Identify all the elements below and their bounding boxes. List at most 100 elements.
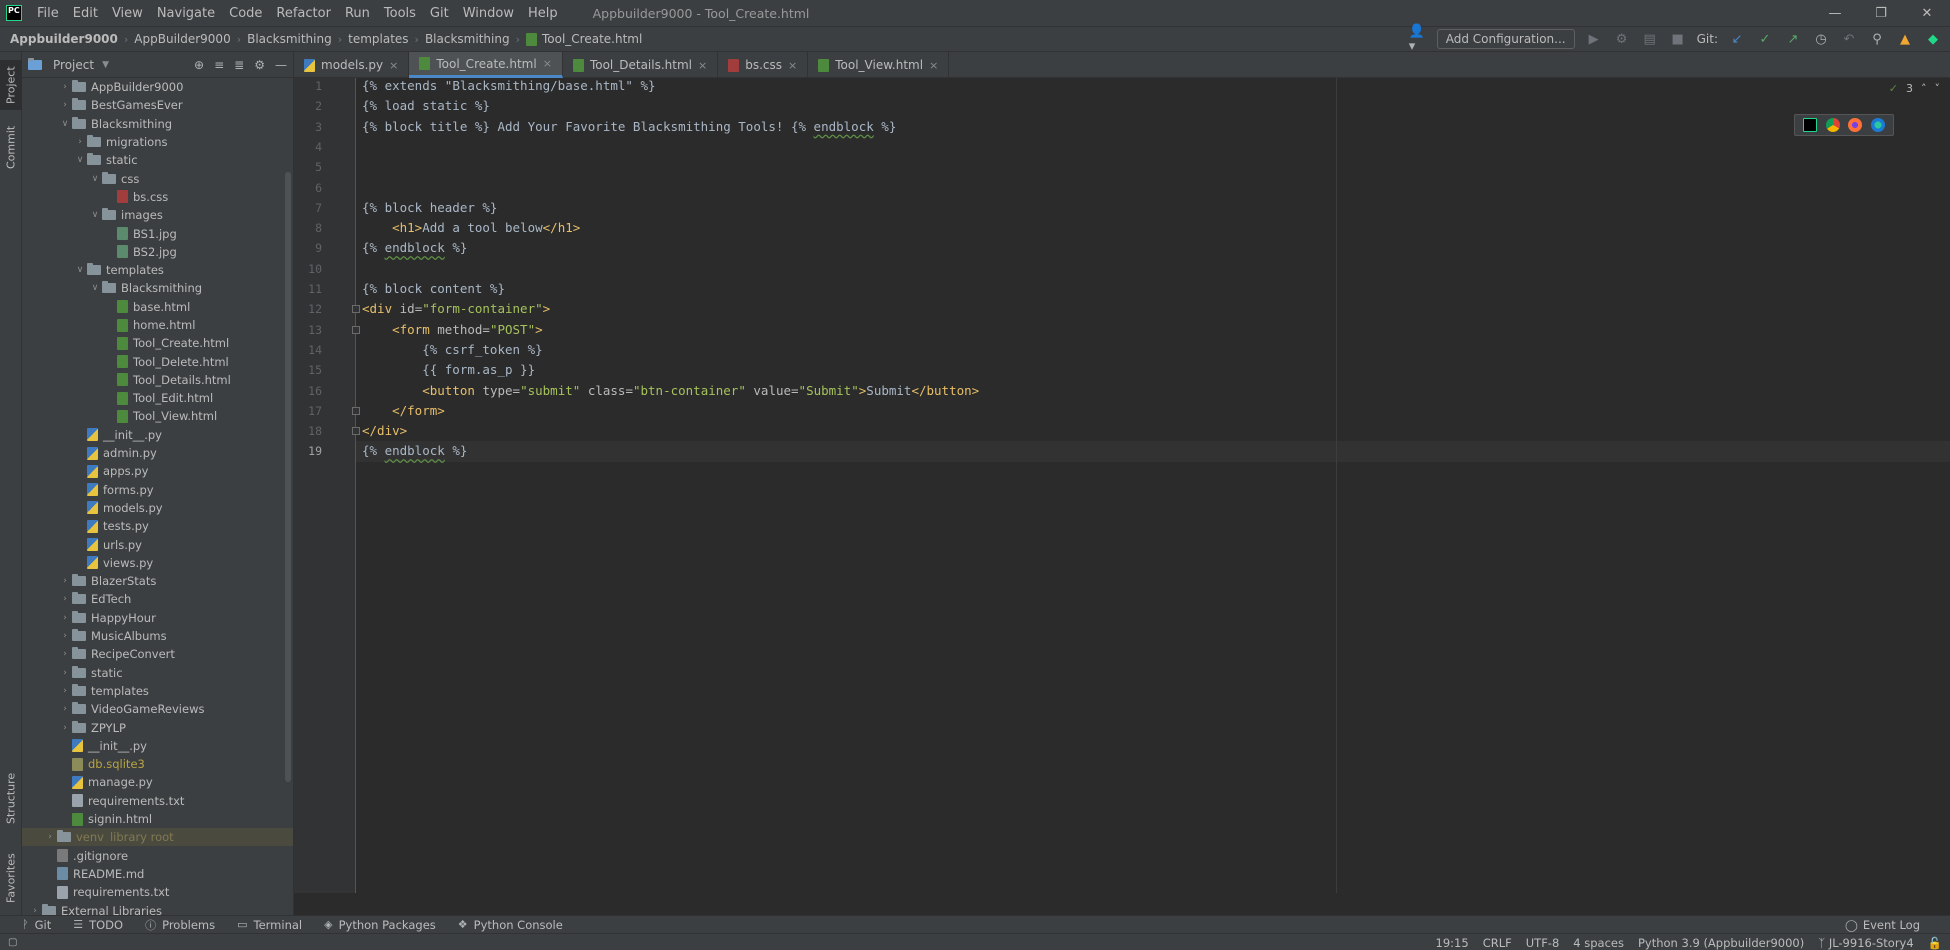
tree-folder[interactable]: › External Libraries [22,901,293,916]
project-panel-title[interactable]: Project [53,58,94,72]
chevron-right-icon[interactable]: › [58,723,72,733]
chevron-right-icon[interactable]: › [58,649,72,659]
breadcrumb-item[interactable]: Appbuilder9000 [10,32,118,46]
code-line[interactable]: <button type="submit" class="btn-contain… [362,381,979,401]
editor-tab[interactable]: Tool_Details.html × [563,52,719,78]
tree-file[interactable]: Tool_Edit.html [22,389,293,407]
chevron-down-icon[interactable]: ∨ [88,283,102,293]
git-history-icon[interactable]: ◷ [1812,30,1830,48]
tree-file[interactable]: tests.py [22,517,293,535]
tool-window-button[interactable]: ❖ Python Console [458,917,563,933]
tree-folder[interactable]: ∨ static [22,151,293,169]
chevron-down-icon[interactable]: ˅ [1935,82,1941,95]
code-line[interactable]: {% extends "Blacksmithing/base.html" %} [362,76,656,96]
tree-file[interactable]: Tool_Create.html [22,334,293,352]
tree-folder[interactable]: ∨ Blacksmithing [22,279,293,297]
tree-folder[interactable]: › ZPYLP [22,718,293,736]
chevron-right-icon[interactable]: › [58,631,72,641]
git-branch[interactable]: ᛉ JL-9916-Story4 [1818,936,1913,950]
indent-setting[interactable]: 4 spaces [1573,936,1624,950]
chevron-up-icon[interactable]: ˄ [1921,82,1927,95]
tree-file[interactable]: urls.py [22,535,293,553]
tree-file[interactable]: __init__.py [22,737,293,755]
code-line[interactable]: {% endblock %} [362,238,467,258]
line-separator[interactable]: CRLF [1483,936,1512,950]
tree-file[interactable]: base.html [22,298,293,316]
menu-item-edit[interactable]: Edit [66,6,105,21]
pycharm-browser-icon[interactable] [1803,118,1818,132]
chevron-right-icon[interactable]: › [58,686,72,696]
chevron-down-icon[interactable]: ∨ [88,210,102,220]
commit-tool-button[interactable]: Commit [0,122,22,172]
edge-icon[interactable] [1870,118,1885,132]
tree-file[interactable]: bs.css [22,188,293,206]
tree-folder[interactable]: › MusicAlbums [22,627,293,645]
tree-file[interactable]: __init__.py [22,426,293,444]
tree-file[interactable]: Tool_Details.html [22,371,293,389]
tree-file[interactable]: forms.py [22,481,293,499]
tree-file[interactable]: admin.py [22,444,293,462]
minimize-icon[interactable]: — [1812,0,1858,26]
python-interpreter[interactable]: Python 3.9 (Appbuilder9000) [1638,936,1804,950]
close-tab-icon[interactable]: × [543,57,552,70]
project-tool-button[interactable]: Project [0,60,22,110]
menu-item-tools[interactable]: Tools [377,6,423,21]
locate-icon[interactable]: ⊕ [194,58,204,72]
tree-folder[interactable]: ∨ images [22,206,293,224]
tool-window-button[interactable]: ᚹ Git [22,917,51,933]
collapse-all-icon[interactable]: ≣ [234,58,244,72]
chevron-right-icon[interactable]: › [58,668,72,678]
project-scrollbar[interactable] [285,172,291,782]
tree-file[interactable]: manage.py [22,773,293,791]
tree-folder[interactable]: › static [22,664,293,682]
firefox-icon[interactable] [1848,118,1863,132]
code-line[interactable]: {% load static %} [362,96,490,116]
tool-window-button[interactable]: ⓘ Problems [145,917,215,933]
tool-window-button[interactable]: ◈ Python Packages [324,917,436,933]
git-rollback-icon[interactable]: ↶ [1840,30,1858,48]
stop-icon[interactable]: ■ [1669,30,1687,48]
search-icon[interactable]: ⚲ [1868,30,1886,48]
structure-tool-button[interactable]: Structure [0,768,22,828]
close-tab-icon[interactable]: × [389,59,398,72]
code-line[interactable]: {% block title %} Add Your Favorite Blac… [362,117,896,137]
debug-icon[interactable]: ⚙ [1613,30,1631,48]
run-icon[interactable]: ▶ [1585,30,1603,48]
tree-file[interactable]: .gitignore [22,846,293,864]
menu-item-help[interactable]: Help [521,6,565,21]
tree-file[interactable]: BS2.jpg [22,243,293,261]
breadcrumb-item[interactable]: AppBuilder9000 [134,32,230,46]
toolbox-icon[interactable]: ◆ [1924,30,1942,48]
tree-file[interactable]: signin.html [22,810,293,828]
git-update-icon[interactable]: ↙ [1728,30,1746,48]
tree-file[interactable]: db.sqlite3 [22,755,293,773]
tree-file[interactable]: views.py [22,554,293,572]
breadcrumb-item[interactable]: Blacksmithing [247,32,332,46]
tree-file[interactable]: Tool_Delete.html [22,352,293,370]
tool-window-button[interactable]: ☰ TODO [73,917,123,933]
user-icon[interactable]: 👤▾ [1409,24,1427,54]
breadcrumb-item[interactable]: templates [348,32,408,46]
tree-file[interactable]: home.html [22,316,293,334]
code-line[interactable]: {{ form.as_p }} [362,360,535,380]
close-tab-icon[interactable]: × [788,59,797,72]
chevron-right-icon[interactable]: › [73,137,87,147]
code-line[interactable]: </div> [362,421,407,441]
editor-tab[interactable]: bs.css × [718,52,809,78]
file-encoding[interactable]: UTF-8 [1526,936,1560,950]
chevron-right-icon[interactable]: › [58,613,72,623]
chevron-right-icon[interactable]: › [58,576,72,586]
caret-position[interactable]: 19:15 [1436,936,1469,950]
add-configuration-button[interactable]: Add Configuration... [1436,29,1575,49]
menu-item-code[interactable]: Code [222,6,269,21]
git-commit-icon[interactable]: ✓ [1756,30,1774,48]
code-line[interactable]: {% block header %} [362,198,497,218]
menu-item-git[interactable]: Git [423,6,456,21]
chrome-icon[interactable] [1825,118,1840,132]
chevron-right-icon[interactable]: › [58,704,72,714]
expand-all-icon[interactable]: ≡ [214,58,224,72]
chevron-right-icon[interactable]: › [58,82,72,92]
inspection-widget[interactable]: ✓ 3 ˄ ˅ [1889,82,1940,95]
tree-folder[interactable]: ∨ Blacksmithing [22,115,293,133]
tree-file[interactable]: models.py [22,499,293,517]
